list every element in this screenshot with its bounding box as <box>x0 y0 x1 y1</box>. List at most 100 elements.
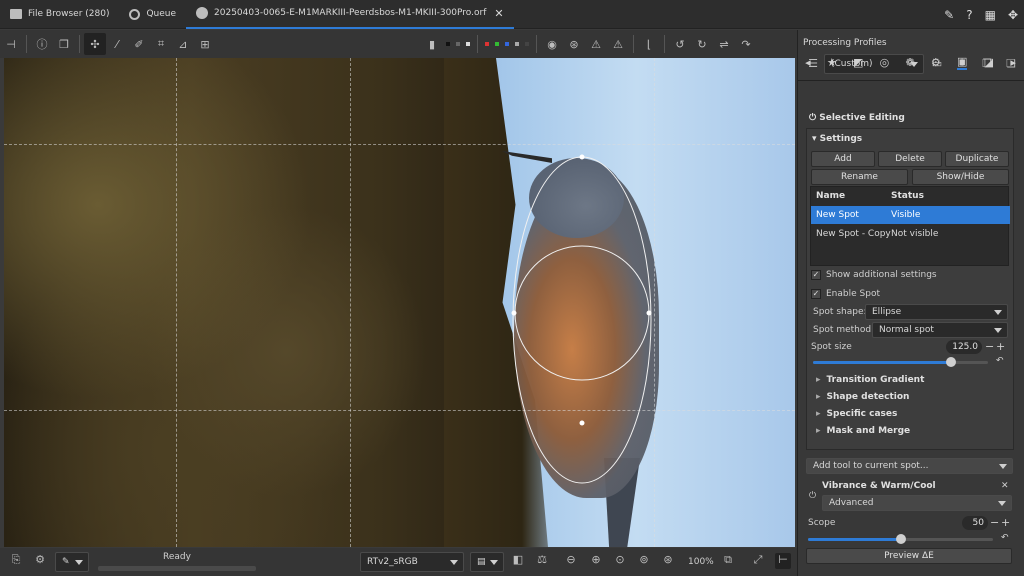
fullscreen-icon[interactable]: ⤢ <box>750 553 766 569</box>
spot-size-label: Spot size <box>811 342 852 352</box>
gamut-icon[interactable]: ⚖ <box>534 553 550 569</box>
straighten-icon[interactable]: ⊿ <box>172 33 194 55</box>
color-icon[interactable]: ❁ <box>905 56 914 69</box>
new-window-icon[interactable]: ⧉ <box>720 553 736 569</box>
detail-icon[interactable]: ◎ <box>880 56 890 69</box>
plus-icon[interactable]: + <box>996 340 1005 353</box>
bg-white-icon[interactable] <box>466 42 470 46</box>
panel-toggle-icon[interactable]: ⊣ <box>0 33 22 55</box>
scope-value[interactable]: 50 <box>962 516 988 530</box>
reset-icon[interactable]: ↶ <box>996 356 1004 366</box>
image-canvas[interactable] <box>4 58 795 547</box>
transform-icon[interactable]: ◪ <box>984 56 994 69</box>
table-row[interactable]: New Spot Visible <box>811 206 1010 224</box>
slider-knob[interactable] <box>896 534 906 544</box>
enable-spot-checkbox[interactable]: ✓ <box>811 289 821 299</box>
delete-button[interactable]: Delete <box>878 151 942 167</box>
rename-button[interactable]: Rename <box>811 169 908 185</box>
rotate-right-icon[interactable]: ↻ <box>691 33 713 55</box>
save-icon[interactable]: ⎘ <box>8 553 24 569</box>
spot-size-slider[interactable] <box>813 357 988 367</box>
plus-icon[interactable]: + <box>1001 516 1010 529</box>
expander-shape-detection[interactable]: Shape detection <box>816 392 910 402</box>
slider-knob[interactable] <box>946 357 956 367</box>
channel-green-icon[interactable] <box>495 42 499 46</box>
before-after-icon[interactable]: ❐ <box>53 33 75 55</box>
advanced-icon[interactable]: ⚙ <box>931 56 941 69</box>
panel-collapse-icon[interactable]: ⊢ <box>775 553 791 569</box>
bg-grey-icon[interactable] <box>456 42 460 46</box>
pencil-icon[interactable]: ✎ <box>944 8 954 22</box>
softproof-icon[interactable]: ◧ <box>510 553 526 569</box>
zoom-out-icon[interactable]: ⊖ <box>563 553 579 569</box>
info-icon[interactable]: ⓘ <box>31 33 53 55</box>
channel-red-icon[interactable] <box>485 42 489 46</box>
channel-blue-icon[interactable] <box>505 42 509 46</box>
spot-method-select[interactable]: Normal spot <box>872 322 1008 338</box>
bg-black-icon[interactable] <box>446 42 450 46</box>
rotate-left-icon[interactable]: ↺ <box>669 33 691 55</box>
crop-icon[interactable]: ⌗ <box>150 33 172 55</box>
color-picker-icon[interactable]: ✐ <box>128 33 150 55</box>
expander-mask-merge[interactable]: Mask and Merge <box>816 426 911 436</box>
tab-file-browser[interactable]: File Browser (280) <box>0 0 119 29</box>
move-icon[interactable]: ✥ <box>1008 8 1018 22</box>
qr-icon[interactable]: ▦ <box>985 8 996 22</box>
focus-mask-icon[interactable]: ⊛ <box>563 33 585 55</box>
white-balance-picker-icon[interactable]: ⁄ <box>106 33 128 55</box>
vibrance-power-icon[interactable]: ⏻ <box>809 491 816 501</box>
spot-size-value[interactable]: 125.0 <box>946 340 982 354</box>
flip-icon[interactable]: ⇌ <box>713 33 735 55</box>
bg-color-icon[interactable]: ▮ <box>421 33 443 55</box>
settings-header[interactable]: ▾ Settings <box>812 134 862 144</box>
histogram-icon[interactable]: ⌊ <box>638 33 660 55</box>
shadow-clip-icon[interactable]: ⚠ <box>585 33 607 55</box>
duplicate-button[interactable]: Duplicate <box>945 151 1009 167</box>
close-icon[interactable]: ✕ <box>494 7 503 20</box>
add-button[interactable]: Add <box>811 151 875 167</box>
channel-focus-icon[interactable] <box>525 42 529 46</box>
vibrance-mode-select[interactable]: Advanced <box>822 495 1012 511</box>
minus-icon[interactable]: − <box>985 340 994 353</box>
highlight-clip-icon[interactable]: ⚠ <box>607 33 629 55</box>
reset-icon[interactable]: ↶ <box>1001 533 1009 543</box>
show-additional-checkbox[interactable]: ✓ <box>811 270 821 280</box>
prev-tab-icon[interactable]: ◂ <box>805 56 811 69</box>
minus-icon[interactable]: − <box>990 516 999 529</box>
sharpening-mask-icon[interactable]: ◉ <box>541 33 563 55</box>
local-edit-icon[interactable]: ▣ <box>957 55 968 70</box>
showhide-button[interactable]: Show/Hide <box>912 169 1009 185</box>
selective-editing-title[interactable]: ⏻ Selective Editing <box>809 113 905 123</box>
vibrance-close-icon[interactable]: ✕ <box>1001 481 1009 491</box>
output-profile-select[interactable]: RTv2_sRGB <box>360 552 464 572</box>
help-icon[interactable]: ? <box>966 8 972 22</box>
spot-shape-select[interactable]: Ellipse <box>865 304 1008 320</box>
spot-overlay[interactable] <box>4 58 795 547</box>
channel-lum-icon[interactable] <box>515 42 519 46</box>
tab-queue[interactable]: Queue <box>119 0 186 29</box>
external-editor-combo[interactable]: ✎ <box>55 552 89 572</box>
separator <box>477 35 478 53</box>
power-icon[interactable]: ⏻ <box>809 113 819 123</box>
expander-transition-gradient[interactable]: Transition Gradient <box>816 375 925 385</box>
hand-tool-icon[interactable]: ✣ <box>84 33 106 55</box>
enable-spot-label: Enable Spot <box>826 289 880 299</box>
table-row[interactable]: New Spot - Copy Not visible <box>811 225 1010 243</box>
expander-specific-cases[interactable]: Specific cases <box>816 409 898 419</box>
intent-combo[interactable]: ▤ <box>470 552 504 572</box>
zoom-100-icon[interactable]: ⊛ <box>660 553 676 569</box>
tab-editor[interactable]: 20250403-0065-E-M1MARKIII-Peerdsbos-M1-M… <box>186 0 514 29</box>
perspective-icon[interactable]: ⊞ <box>194 33 216 55</box>
next-tab-icon[interactable]: ▸ <box>1010 56 1016 69</box>
redo-icon[interactable]: ↷ <box>735 33 757 55</box>
favorites-icon[interactable]: ★ <box>827 56 837 69</box>
queue-add-icon[interactable]: ⚙ <box>32 553 48 569</box>
zoom-fit-icon[interactable]: ⊙ <box>612 553 628 569</box>
exposure-icon[interactable]: ◩ <box>853 56 863 69</box>
preview-delta-e-button[interactable]: Preview ΔE <box>806 548 1012 564</box>
zoom-fit-crop-icon[interactable]: ⊚ <box>636 553 652 569</box>
zoom-in-icon[interactable]: ⊕ <box>588 553 604 569</box>
add-tool-select[interactable]: Add tool to current spot... <box>806 458 1013 474</box>
scope-slider[interactable] <box>808 534 993 544</box>
vibrance-title[interactable]: Vibrance & Warm/Cool <box>822 481 936 491</box>
